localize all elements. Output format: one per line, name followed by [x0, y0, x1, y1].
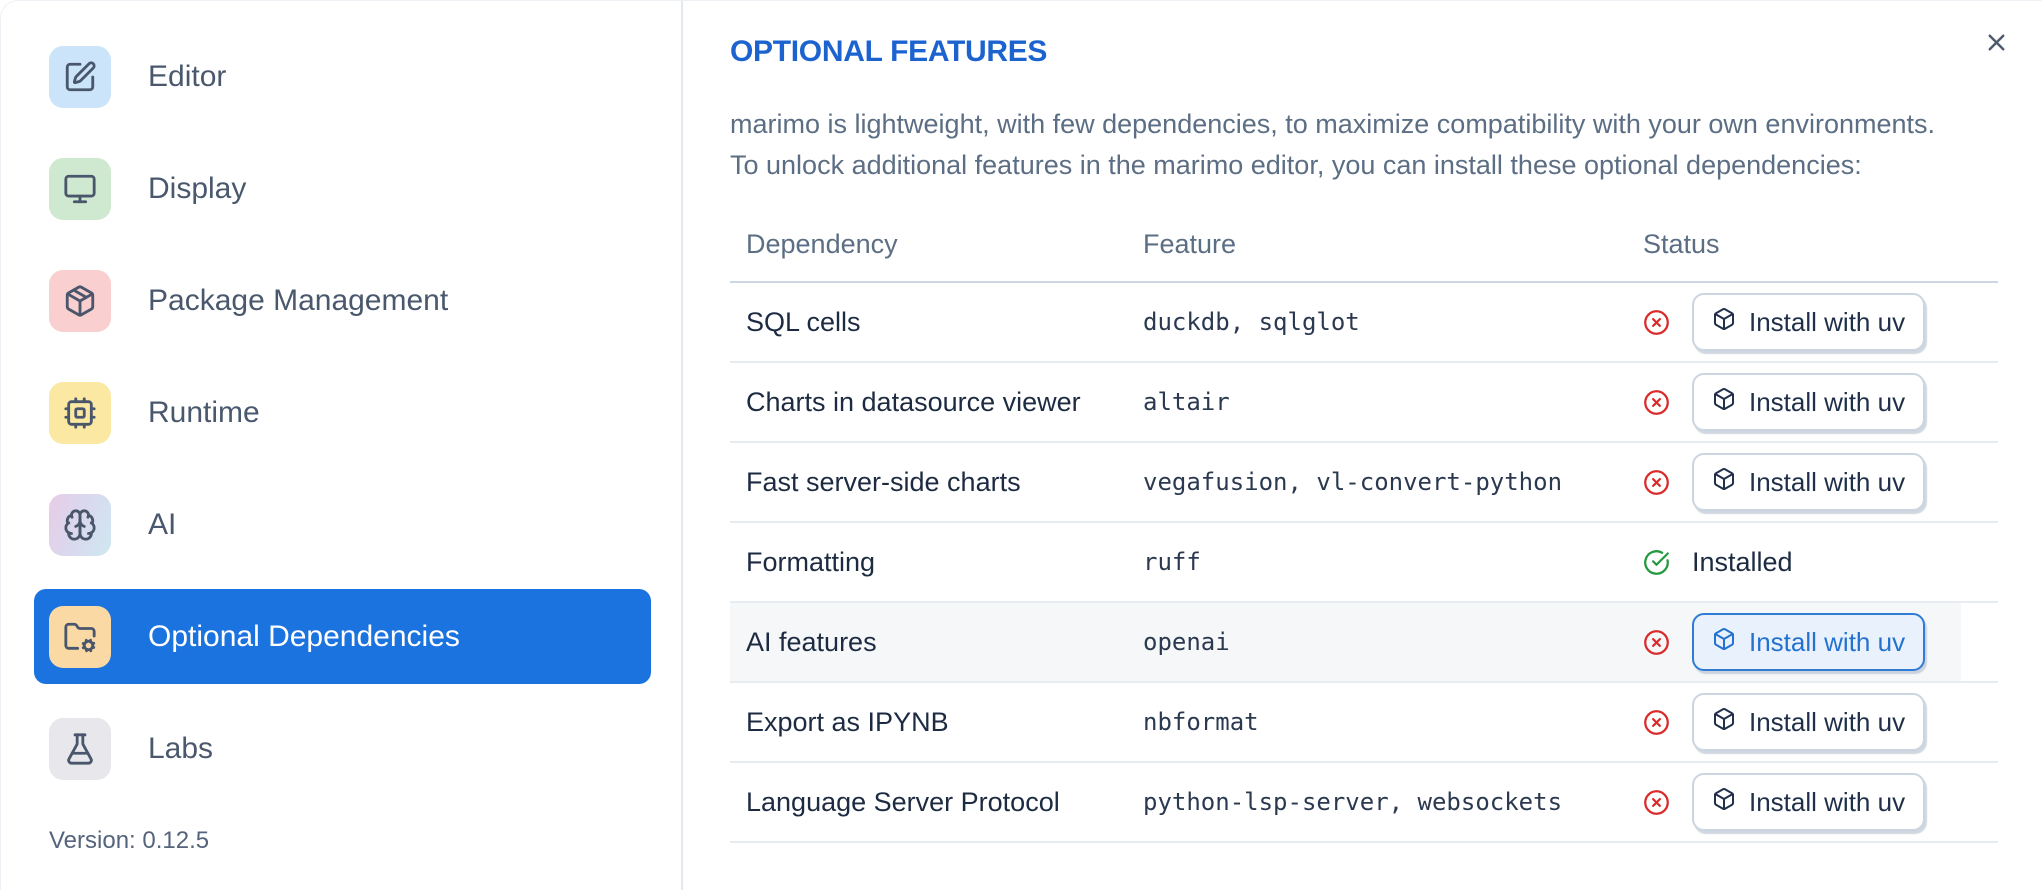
table-row: Charts in datasource viewer altair Insta… [730, 363, 1998, 443]
feature-packages: duckdb, sqlglot [1143, 308, 1360, 336]
sidebar-item-label: Optional Dependencies [148, 619, 460, 653]
status-cell: Install with uv [1643, 613, 1998, 671]
table-row: Language Server Protocol python-lsp-serv… [730, 763, 1998, 843]
sidebar-item-optional-dependencies[interactable]: Optional Dependencies [34, 589, 651, 684]
table-row: SQL cells duckdb, sqlglot Install with u… [730, 283, 1998, 363]
circle-x-icon [1643, 709, 1670, 736]
dependency-name: Formatting [746, 546, 876, 577]
sidebar-item-label: Runtime [148, 395, 260, 429]
page-title: OPTIONAL FEATURES [730, 35, 1048, 68]
install-with-uv-button-active[interactable]: Install with uv [1692, 613, 1926, 671]
sidebar-item-label: Editor [148, 59, 227, 93]
panel-description: marimo is lightweight, with few dependen… [730, 104, 1935, 186]
table-row: Formatting ruff Installed [730, 523, 1998, 603]
table-row: Fast server-side charts vegafusion, vl-c… [730, 443, 1998, 523]
install-button-label: Install with uv [1749, 706, 1906, 737]
brain-icon [49, 493, 111, 556]
feature-packages: ruff [1143, 548, 1201, 576]
status-cell: Install with uv [1643, 453, 1998, 511]
optional-features-panel: OPTIONAL FEATURES marimo is lightweight,… [683, 1, 2042, 890]
flask-icon [49, 717, 111, 780]
sidebar-item-label: AI [148, 507, 177, 541]
install-button-label: Install with uv [1749, 306, 1906, 337]
circle-check-icon [1643, 549, 1670, 576]
version-label: Version: 0.12.5 [49, 827, 210, 854]
table-row: Export as IPYNB nbformat Install with uv [730, 683, 1998, 763]
description-line-1: marimo is lightweight, with few dependen… [730, 109, 1936, 139]
status-cell: Install with uv [1643, 373, 1998, 431]
feature-packages: python-lsp-server, websockets [1143, 788, 1563, 816]
close-button[interactable] [1977, 25, 2015, 63]
dependency-name: Export as IPYNB [746, 706, 949, 737]
sidebar-item-editor[interactable]: Editor [34, 29, 651, 124]
settings-sidebar: Editor Display Package Management Runtim… [1, 1, 681, 890]
box-icon [1712, 707, 1736, 738]
feature-packages: altair [1143, 388, 1230, 416]
package-icon [49, 269, 111, 332]
install-button-label: Install with uv [1749, 466, 1906, 497]
sidebar-item-package-management[interactable]: Package Management [34, 253, 651, 348]
dependency-name: Fast server-side charts [746, 466, 1021, 497]
circle-x-icon [1643, 309, 1670, 336]
monitor-icon [49, 157, 111, 220]
header-feature: Feature [1143, 228, 1237, 259]
install-with-uv-button[interactable]: Install with uv [1692, 373, 1926, 431]
header-status: Status [1643, 228, 1720, 259]
install-with-uv-button[interactable]: Install with uv [1692, 773, 1926, 831]
feature-packages: vegafusion, vl-convert-python [1143, 468, 1563, 496]
box-icon [1712, 467, 1736, 498]
install-with-uv-button[interactable]: Install with uv [1692, 453, 1926, 511]
circle-x-icon [1643, 389, 1670, 416]
table-row-highlighted: AI features openai Install with uv [730, 603, 1998, 683]
sidebar-item-ai[interactable]: AI [34, 477, 651, 572]
feature-packages: openai [1143, 628, 1230, 656]
header-dependency: Dependency [746, 228, 898, 259]
sidebar-item-label: Display [148, 171, 247, 205]
dependency-name: Language Server Protocol [746, 786, 1060, 817]
box-icon [1712, 387, 1736, 418]
install-with-uv-button[interactable]: Install with uv [1692, 293, 1926, 351]
status-cell: Installed [1643, 547, 1998, 578]
cpu-icon [49, 381, 111, 444]
table-header-row: Dependency Feature Status [730, 207, 1998, 283]
dependency-name: AI features [746, 626, 877, 657]
circle-x-icon [1643, 789, 1670, 816]
description-line-2: To unlock additional features in the mar… [730, 150, 1862, 180]
sidebar-item-display[interactable]: Display [34, 141, 651, 236]
close-icon [1983, 29, 2010, 59]
dependency-name: SQL cells [746, 306, 861, 337]
sidebar-item-label: Package Management [148, 283, 449, 317]
box-icon [1712, 307, 1736, 338]
box-icon [1712, 627, 1736, 658]
installed-status-label: Installed [1692, 546, 1793, 577]
install-button-label: Install with uv [1749, 786, 1906, 817]
sidebar-item-label: Labs [148, 731, 214, 765]
install-with-uv-button[interactable]: Install with uv [1692, 693, 1926, 751]
dependency-name: Charts in datasource viewer [746, 386, 1081, 417]
feature-packages: nbformat [1143, 708, 1259, 736]
install-button-label: Install with uv [1749, 626, 1906, 657]
settings-dialog: Editor Display Package Management Runtim… [0, 0, 2042, 890]
circle-x-icon [1643, 469, 1670, 496]
circle-x-icon [1643, 629, 1670, 656]
status-cell: Install with uv [1643, 773, 1998, 831]
square-pen-icon [49, 45, 111, 108]
sidebar-item-runtime[interactable]: Runtime [34, 365, 651, 460]
folder-cog-icon [49, 605, 111, 668]
box-icon [1712, 787, 1736, 818]
install-button-label: Install with uv [1749, 386, 1906, 417]
status-cell: Install with uv [1643, 693, 1998, 751]
status-cell: Install with uv [1643, 293, 1998, 351]
sidebar-item-labs[interactable]: Labs [34, 701, 651, 796]
dependencies-table: Dependency Feature Status SQL cells duck… [730, 207, 1998, 843]
